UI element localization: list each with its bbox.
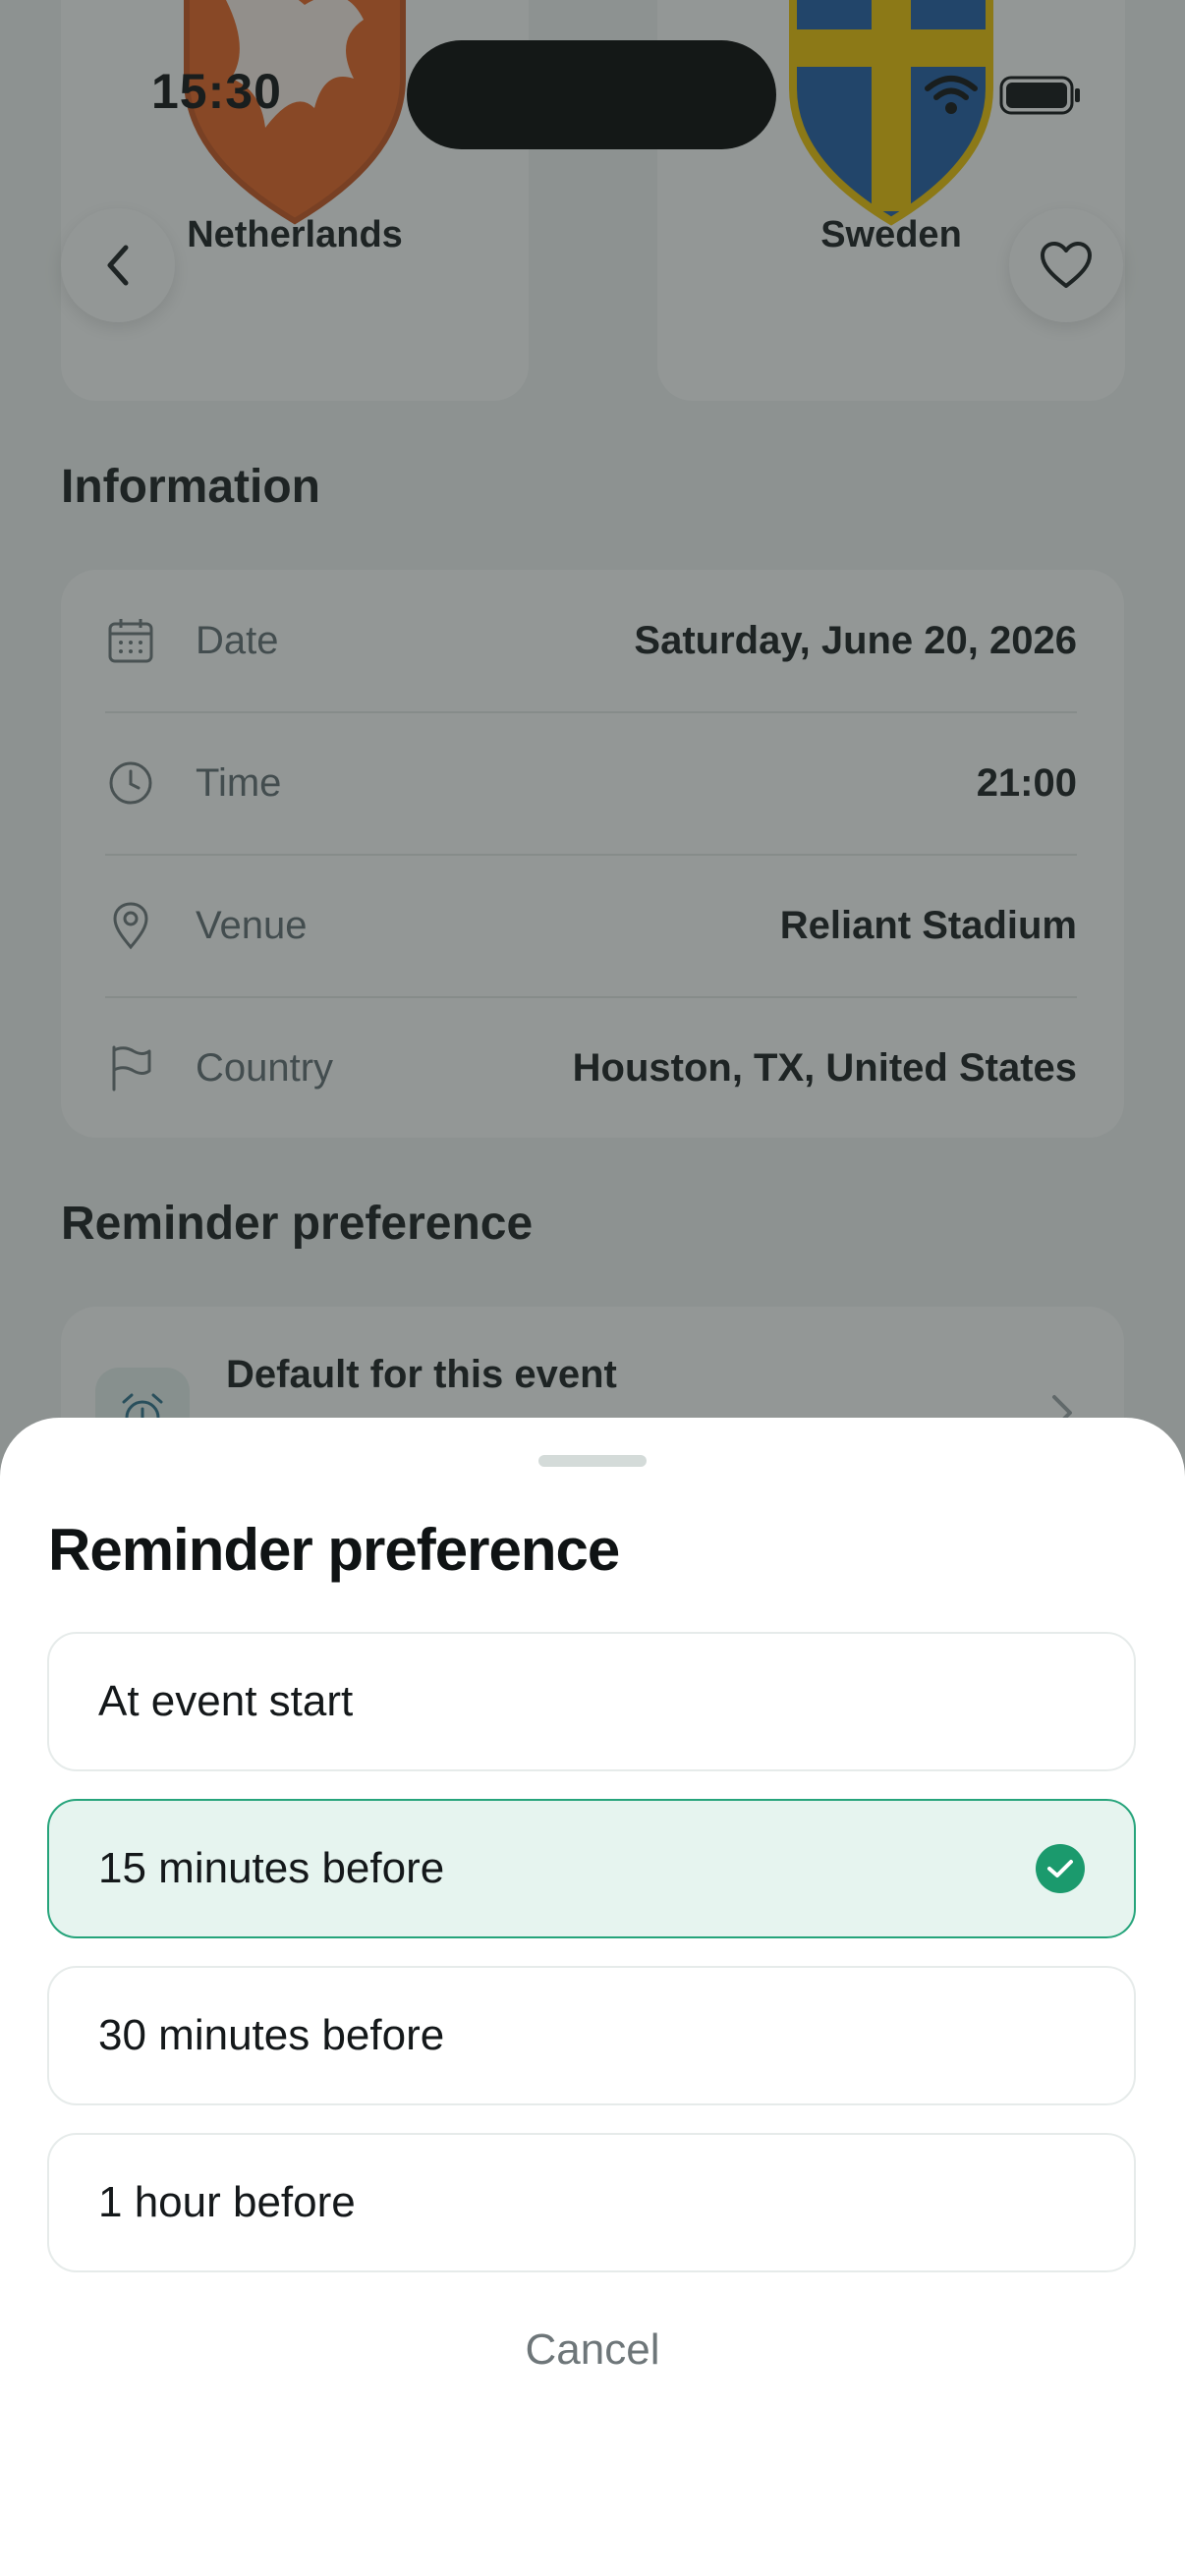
option-15-minutes-before[interactable]: 15 minutes before bbox=[47, 1799, 1136, 1938]
option-at-event-start[interactable]: At event start bbox=[47, 1632, 1136, 1771]
option-30-minutes-before[interactable]: 30 minutes before bbox=[47, 1966, 1136, 2105]
option-label: 30 minutes before bbox=[98, 2011, 445, 2059]
cancel-button[interactable]: Cancel bbox=[0, 2325, 1185, 2375]
option-label: 15 minutes before bbox=[98, 1844, 445, 1892]
option-1-hour-before[interactable]: 1 hour before bbox=[47, 2133, 1136, 2272]
sheet-grabber[interactable] bbox=[538, 1455, 647, 1467]
sheet-title: Reminder preference bbox=[48, 1517, 620, 1583]
reminder-preference-sheet: Reminder preference At event start 15 mi… bbox=[0, 1418, 1185, 2576]
option-label: At event start bbox=[98, 1677, 354, 1725]
option-label: 1 hour before bbox=[98, 2178, 356, 2226]
checkmark-icon bbox=[1036, 1844, 1085, 1893]
